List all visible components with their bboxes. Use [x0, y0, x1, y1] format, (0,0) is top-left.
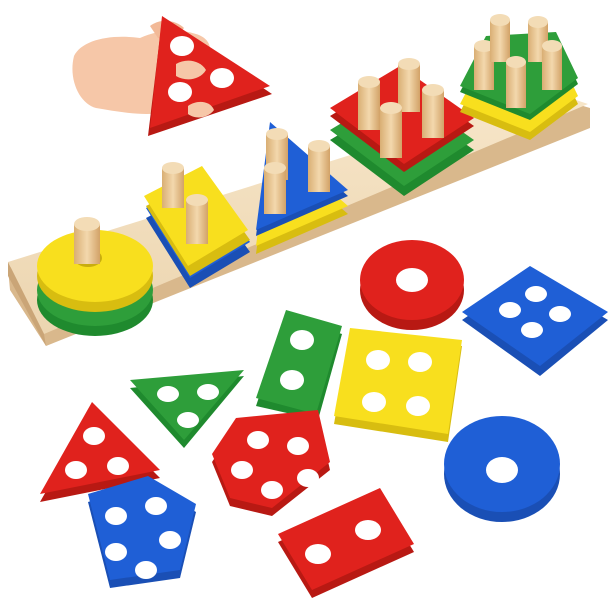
green-rectangle-piece — [256, 310, 342, 420]
shape-sorter-photo — [0, 0, 612, 612]
red-pentagon-piece — [212, 410, 330, 516]
red-triangle-piece-held — [148, 16, 272, 136]
red-rectangle-piece — [278, 488, 414, 598]
blue-circle-piece — [444, 416, 560, 522]
yellow-square-piece — [334, 328, 462, 442]
blue-pentagon-piece — [88, 476, 196, 588]
blue-square-piece — [462, 266, 608, 376]
red-circle-piece — [360, 240, 464, 330]
photo-canvas — [8, 14, 608, 598]
